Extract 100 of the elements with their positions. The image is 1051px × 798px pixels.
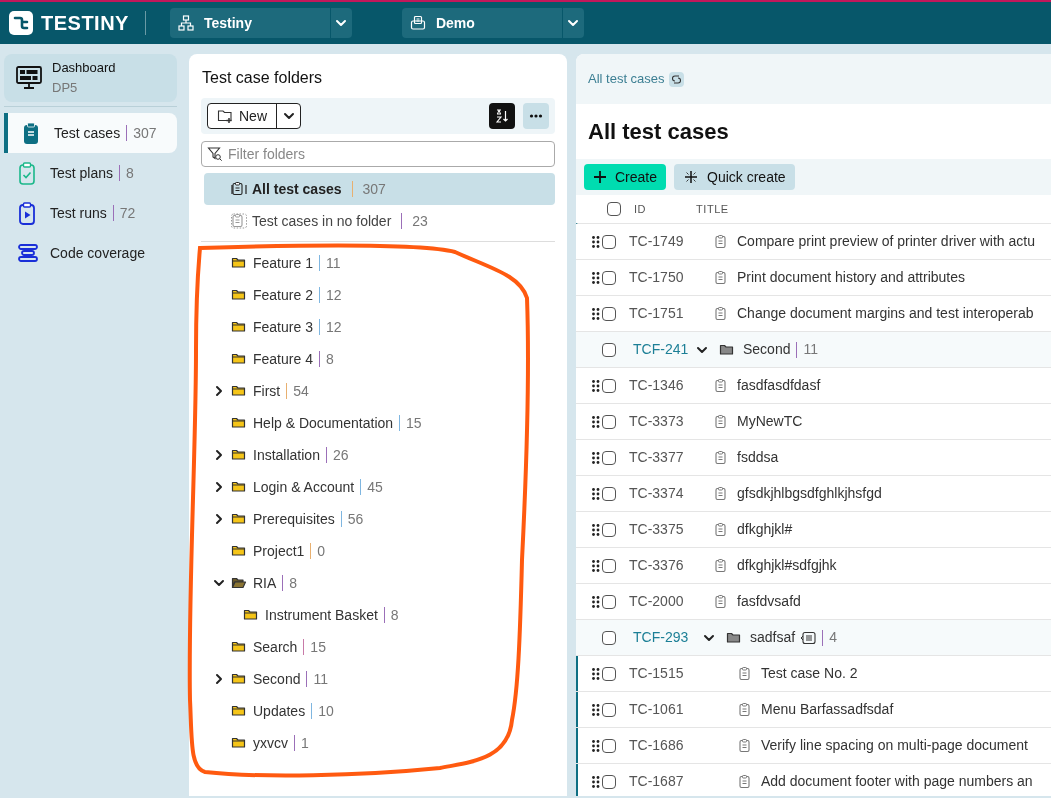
count: 8 <box>126 163 134 183</box>
test-case-title[interactable]: fasfdvsafd <box>737 591 801 612</box>
test-case-title[interactable]: fsddsa <box>737 447 779 468</box>
filter-field[interactable]: Filter folders <box>201 141 555 167</box>
workspace-dropdown[interactable]: Testiny <box>169 8 352 38</box>
folder-label: Instrument Basket <box>265 605 378 625</box>
dashboard-card[interactable]: Dashboard DP5 <box>4 54 177 102</box>
test-case-title[interactable]: Change document margins and test interoperab <box>737 303 1034 324</box>
test-case-title[interactable]: dfkghjkl#sdfgjhk <box>737 555 837 576</box>
drag-handle-icon <box>592 739 600 752</box>
panel-title: Test case folders <box>201 68 324 88</box>
folder-label: Updates <box>253 701 306 721</box>
checkbox[interactable] <box>607 202 621 216</box>
drag-handle-icon <box>592 703 600 716</box>
folder-item[interactable]: Instrument Basket 8 <box>201 599 555 631</box>
quick-create-button[interactable]: Quick create <box>674 164 795 190</box>
sparkle-icon <box>683 169 700 185</box>
folder-label: Help & Documentation <box>253 413 394 433</box>
folder-item[interactable]: Feature 1 11 <box>201 247 555 279</box>
folder-item[interactable]: Installation 26 <box>201 439 555 471</box>
count: 8 <box>390 605 399 625</box>
folder-item[interactable]: Updates 10 <box>201 695 555 727</box>
test-case-title[interactable]: fasdfasdfdasf <box>737 375 821 396</box>
count: 26 <box>332 445 349 465</box>
project-dropdown[interactable]: Demo <box>401 8 584 38</box>
count: 11 <box>803 340 819 359</box>
folder-item[interactable]: Feature 2 12 <box>201 279 555 311</box>
more-button[interactable] <box>523 103 549 129</box>
checkbox[interactable] <box>602 378 616 393</box>
folder-item[interactable]: Login & Account 45 <box>201 471 555 503</box>
count: 8 <box>289 573 298 593</box>
checkbox[interactable] <box>602 666 616 681</box>
checkbox[interactable] <box>602 702 616 717</box>
test-case-title[interactable]: dfkghjkl# <box>737 519 793 540</box>
checkbox[interactable] <box>602 738 616 753</box>
nav-label: Test runs <box>50 203 107 223</box>
test-case-title[interactable]: Print document history and attributes <box>737 267 965 288</box>
checkbox[interactable] <box>602 342 616 357</box>
checkbox[interactable] <box>602 774 616 789</box>
test-case-title[interactable]: MyNewTC <box>737 411 803 432</box>
checkbox[interactable] <box>602 414 616 429</box>
checkbox[interactable] <box>602 594 616 609</box>
test-case-title[interactable]: Compare print preview of printer driver with actu <box>737 231 1035 252</box>
nav-item[interactable]: Test cases 307 <box>4 113 177 153</box>
checkbox[interactable] <box>602 306 616 321</box>
count: 72 <box>119 203 136 223</box>
id-cell-text: TC-1751 <box>629 304 685 323</box>
clipboard-play-icon <box>18 201 38 225</box>
folder-item[interactable]: Feature 3 12 <box>201 311 555 343</box>
id-cell-text: TC-2000 <box>629 592 685 611</box>
breadcrumb-link[interactable]: All test cases <box>588 69 665 89</box>
nav-label: Test plans <box>50 163 114 183</box>
link-button[interactable] <box>668 71 684 87</box>
folder-item[interactable]: Search 15 <box>201 631 555 663</box>
checkbox[interactable] <box>602 450 616 465</box>
monitor-icon <box>16 66 42 90</box>
clipboard-icon <box>713 521 729 538</box>
test-case-title[interactable]: Verify line spacing on multi-page document <box>761 735 1028 756</box>
sort-alpha-icon <box>495 109 509 123</box>
test-case-title[interactable]: Menu Barfassadfsdaf <box>761 699 894 720</box>
count: 10 <box>318 701 334 721</box>
folder-item[interactable]: yxvcv 1 <box>201 727 555 759</box>
clipboard-icon <box>713 269 729 286</box>
folder-item[interactable]: Prerequisites 56 <box>201 503 555 535</box>
checkbox[interactable] <box>602 486 616 501</box>
checkbox[interactable] <box>602 630 616 645</box>
folder-name: Second <box>743 340 791 359</box>
test-case-title[interactable]: Test case No. 2 <box>761 663 858 684</box>
nav-item[interactable]: Test plans 8 <box>4 153 177 193</box>
page-title: All test cases <box>587 118 730 146</box>
checkbox[interactable] <box>602 234 616 249</box>
id-cell-text: TCF-293 <box>633 628 690 647</box>
clipboard-icon <box>713 557 729 574</box>
nav-item[interactable]: Code coverage <box>4 233 177 273</box>
folder-item[interactable]: RIA 8 <box>201 567 555 599</box>
checkbox[interactable] <box>602 558 616 573</box>
count: 23 <box>412 211 428 231</box>
count: 8 <box>325 349 334 369</box>
folder-item[interactable]: Second 11 <box>201 663 555 695</box>
create-button[interactable]: Create <box>584 164 667 190</box>
checkbox[interactable] <box>602 522 616 537</box>
folder-item[interactable]: Feature 4 8 <box>201 343 555 375</box>
count: 56 <box>347 509 364 529</box>
count: 54 <box>293 381 309 401</box>
checkbox[interactable] <box>602 270 616 285</box>
folder-item[interactable]: All test cases 307 <box>204 173 555 205</box>
drag-handle-icon <box>592 307 600 320</box>
folder-item[interactable]: Test cases in no folder 23 <box>204 205 555 237</box>
folder-label: yxvcv <box>253 733 288 753</box>
test-case-title[interactable]: gfsdkjhlbgsdfghlkjhsfgd <box>737 483 882 504</box>
project-key: DP5 <box>52 80 116 97</box>
id-cell-text: TC-3374 <box>629 484 685 503</box>
test-case-title[interactable]: Add document footer with page numbers an <box>761 771 1033 792</box>
folder-item[interactable]: First 54 <box>201 375 555 407</box>
folder-item[interactable]: Help & Documentation 15 <box>201 407 555 439</box>
sort-button[interactable] <box>489 103 515 129</box>
dashboard-label: Dashboard <box>52 59 116 76</box>
nav-label: Test cases <box>54 123 121 143</box>
nav-item[interactable]: Test runs 72 <box>4 193 177 233</box>
folder-item[interactable]: Project1 0 <box>201 535 555 567</box>
